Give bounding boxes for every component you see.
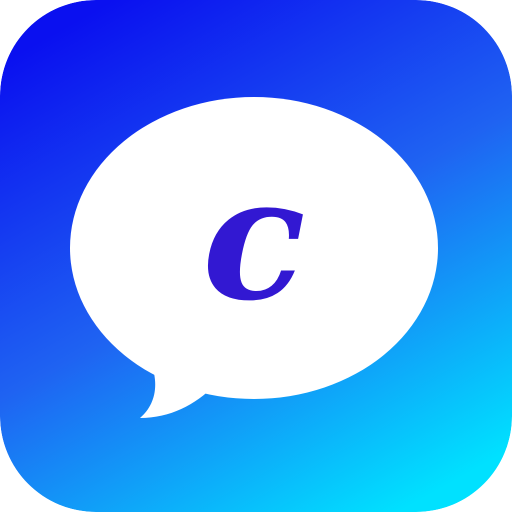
app-icon-graphic: c (0, 0, 512, 512)
chat-letter: c (202, 139, 306, 339)
app-icon[interactable]: c (0, 0, 512, 512)
